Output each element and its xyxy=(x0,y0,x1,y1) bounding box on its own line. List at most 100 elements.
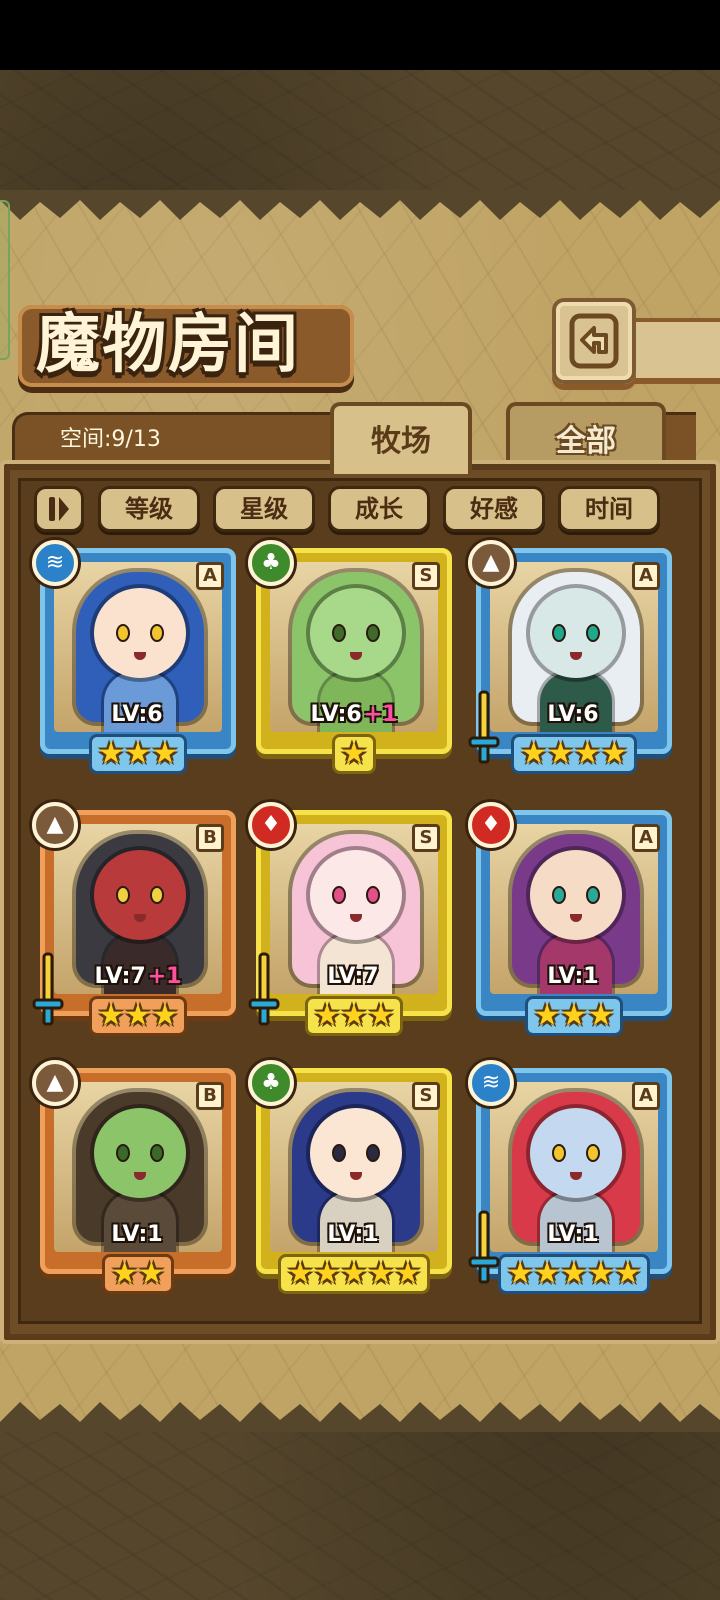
page-title: 魔物房间 xyxy=(36,307,300,382)
tab-ranch[interactable]: 牧场 xyxy=(330,402,472,474)
monster-card[interactable]: ♦ A LV:1 ★★★ xyxy=(468,802,672,1038)
pause-sort-icon xyxy=(49,497,69,521)
star-icon: ★ xyxy=(340,998,368,1033)
star-icon: ★ xyxy=(138,1256,165,1291)
level-value: LV:7 xyxy=(94,964,146,989)
star-rating-plate: ★★★★★ xyxy=(497,1254,651,1294)
level-bonus: +1 xyxy=(363,702,398,727)
portrait-eye xyxy=(586,1144,600,1162)
star-rating: ★★★ xyxy=(40,996,236,1036)
portrait-eye xyxy=(116,624,130,642)
sword-equip-icon xyxy=(248,952,280,1026)
level-value: LV:1 xyxy=(111,1222,163,1247)
portrait-face xyxy=(310,588,402,678)
star-icon: ★ xyxy=(111,1256,138,1291)
star-rating-plate: ★★★ xyxy=(524,996,624,1036)
back-button[interactable] xyxy=(552,298,636,384)
star-icon: ★ xyxy=(587,1256,615,1291)
portrait-face xyxy=(94,588,186,678)
level-label: LV:6+1 xyxy=(256,700,452,730)
star-icon: ★ xyxy=(313,1256,341,1291)
grass-element-icon: ♣ xyxy=(248,540,294,586)
level-label: LV:1 xyxy=(476,1220,672,1250)
panel-torn-edge-bottom xyxy=(0,1402,720,1432)
portrait-eye xyxy=(150,886,164,904)
sword-equip-icon xyxy=(468,1210,500,1284)
monster-card[interactable]: ▲ B LV:7+1 ★★★ xyxy=(32,802,236,1038)
monster-card[interactable]: ▲ A LV:6 ★★★★ xyxy=(468,540,672,776)
level-label: LV:6 xyxy=(40,700,236,730)
star-icon: ★ xyxy=(97,998,125,1033)
star-icon: ★ xyxy=(151,736,179,771)
sort-growth-button[interactable]: 成长 xyxy=(328,486,430,532)
level-label: LV:1 xyxy=(476,962,672,992)
star-icon: ★ xyxy=(587,998,615,1033)
star-icon: ★ xyxy=(506,1256,534,1291)
star-icon: ★ xyxy=(533,998,561,1033)
level-value: LV:1 xyxy=(547,964,599,989)
portrait-eye xyxy=(586,624,600,642)
monster-card[interactable]: ♣ S LV:1 ★★★★★ xyxy=(248,1060,452,1296)
portrait-eye xyxy=(552,886,566,904)
star-rating-plate: ★★★★ xyxy=(511,734,637,774)
star-icon: ★ xyxy=(394,1256,422,1291)
side-drawer-edge[interactable] xyxy=(0,200,10,360)
star-rating-plate: ★★★ xyxy=(88,734,188,774)
monster-card[interactable]: ▲ B LV:1 ★★ xyxy=(32,1060,236,1296)
portrait-eye xyxy=(150,624,164,642)
portrait-eye xyxy=(552,1144,566,1162)
fire-element-icon: ♦ xyxy=(248,802,294,848)
portrait-eye xyxy=(552,624,566,642)
monster-card[interactable]: ≋ A LV:1 ★★★★★ xyxy=(468,1060,672,1296)
portrait-eye xyxy=(332,1144,346,1162)
sword-equip-icon xyxy=(468,690,500,764)
star-rating-plate: ★ xyxy=(331,734,377,774)
rank-badge: A xyxy=(632,562,660,590)
star-icon: ★ xyxy=(560,998,588,1033)
level-label: LV:6 xyxy=(476,700,672,730)
rank-badge: S xyxy=(412,562,440,590)
star-rating: ★★★ xyxy=(40,734,236,774)
portrait-eye xyxy=(332,886,346,904)
rank-badge: A xyxy=(196,562,224,590)
star-icon: ★ xyxy=(97,736,125,771)
monster-card[interactable]: ≋ A LV:6 ★★★ xyxy=(32,540,236,776)
portrait-face xyxy=(94,850,186,940)
sort-order-toggle[interactable] xyxy=(34,486,84,532)
star-icon: ★ xyxy=(574,736,601,771)
monster-card[interactable]: ♣ S LV:6+1 ★ xyxy=(248,540,452,776)
star-icon: ★ xyxy=(520,736,548,771)
monster-card[interactable]: ♦ S LV:7 ★★★ xyxy=(248,802,452,1038)
star-rating: ★★★ xyxy=(476,996,672,1036)
rank-badge: S xyxy=(412,824,440,852)
earth-element-icon: ▲ xyxy=(32,802,78,848)
portrait-eye xyxy=(366,624,380,642)
sort-time-button[interactable]: 时间 xyxy=(558,486,660,532)
star-rating-plate: ★★★ xyxy=(304,996,404,1036)
sort-affection-button[interactable]: 好感 xyxy=(443,486,545,532)
star-icon: ★ xyxy=(600,736,628,771)
portrait-face xyxy=(94,1108,186,1198)
star-rating-plate: ★★★ xyxy=(88,996,188,1036)
status-bar xyxy=(0,0,720,70)
level-value: LV:7 xyxy=(327,964,379,989)
level-value: LV:6 xyxy=(547,702,599,727)
panel-torn-edge-top xyxy=(0,190,720,220)
rank-badge: B xyxy=(196,824,224,852)
star-icon: ★ xyxy=(560,1256,588,1291)
sort-level-button[interactable]: 等级 xyxy=(98,486,200,532)
level-value: LV:1 xyxy=(547,1222,599,1247)
back-button-rail xyxy=(628,318,720,384)
level-label: LV:1 xyxy=(40,1220,236,1250)
portrait-face xyxy=(530,1108,622,1198)
star-icon: ★ xyxy=(313,998,341,1033)
water-element-icon: ≋ xyxy=(32,540,78,586)
rank-badge: A xyxy=(632,1082,660,1110)
sort-star-button[interactable]: 星级 xyxy=(213,486,315,532)
portrait-eye xyxy=(116,1144,130,1162)
star-icon: ★ xyxy=(340,736,368,771)
level-value: LV:6 xyxy=(310,702,362,727)
star-icon: ★ xyxy=(547,736,574,771)
star-icon: ★ xyxy=(151,998,179,1033)
rank-badge: A xyxy=(632,824,660,852)
